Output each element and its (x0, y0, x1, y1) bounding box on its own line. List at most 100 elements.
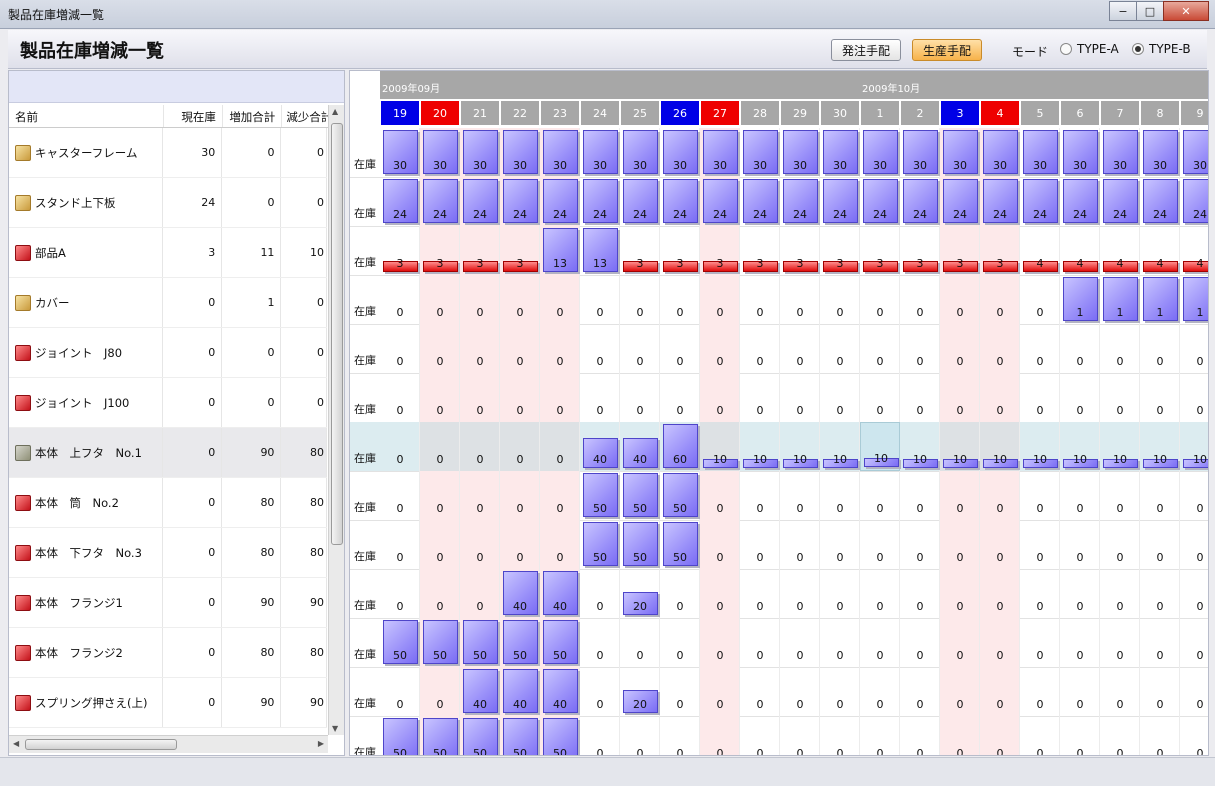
stock-cell[interactable]: 0 (1020, 520, 1060, 569)
stock-cell[interactable]: 0 (1060, 373, 1100, 422)
stock-cell[interactable]: 0 (1100, 569, 1140, 618)
stock-cell[interactable]: 0 (1100, 716, 1140, 755)
stock-cell[interactable]: 0 (940, 373, 980, 422)
stock-cell[interactable]: 0 (820, 373, 860, 422)
scroll-down-icon[interactable]: ▼ (332, 724, 338, 733)
stock-cell[interactable]: 10 (700, 422, 740, 471)
stock-cell[interactable]: 10 (940, 422, 980, 471)
stock-cell[interactable]: 0 (1140, 324, 1180, 373)
scroll-left-icon[interactable]: ◀ (13, 739, 19, 748)
stock-cell[interactable]: 0 (780, 520, 820, 569)
stock-cell[interactable]: 0 (580, 324, 620, 373)
stock-cell[interactable]: 60 (660, 422, 700, 471)
stock-cell[interactable]: 0 (380, 471, 420, 520)
stock-cell[interactable]: 40 (540, 569, 580, 618)
stock-cell[interactable]: 24 (940, 177, 980, 226)
stock-cell[interactable]: 10 (1180, 422, 1208, 471)
stock-cell[interactable]: 30 (900, 128, 940, 177)
stock-cell[interactable]: 0 (700, 324, 740, 373)
product-row[interactable]: 本体 下フタ No.3 0 80 80 (9, 528, 327, 578)
stock-cell[interactable]: 0 (620, 324, 660, 373)
stock-cell[interactable]: 0 (740, 275, 780, 324)
stock-cell[interactable]: 30 (860, 128, 900, 177)
stock-cell[interactable]: 0 (820, 471, 860, 520)
stock-cell[interactable]: 0 (780, 716, 820, 755)
stock-cell[interactable]: 0 (380, 667, 420, 716)
stock-cell[interactable]: 0 (1060, 520, 1100, 569)
stock-cell[interactable]: 40 (580, 422, 620, 471)
scroll-right-icon[interactable]: ▶ (318, 739, 324, 748)
stock-cell[interactable]: 0 (700, 569, 740, 618)
stock-cell[interactable]: 0 (660, 667, 700, 716)
stock-cell[interactable]: 0 (380, 520, 420, 569)
stock-cell[interactable]: 0 (780, 324, 820, 373)
stock-cell[interactable]: 30 (380, 128, 420, 177)
stock-cell[interactable]: 0 (1140, 471, 1180, 520)
stock-cell[interactable]: 0 (460, 422, 500, 471)
stock-cell[interactable]: 30 (660, 128, 700, 177)
stock-cell[interactable]: 0 (380, 373, 420, 422)
stock-cell[interactable]: 50 (460, 618, 500, 667)
stock-cell[interactable]: 0 (820, 275, 860, 324)
stock-cell[interactable]: 0 (980, 569, 1020, 618)
stock-cell[interactable]: 0 (1060, 618, 1100, 667)
stock-cell[interactable]: 30 (1140, 128, 1180, 177)
stock-cell[interactable]: 24 (1060, 177, 1100, 226)
stock-cell[interactable]: 4 (1020, 226, 1060, 275)
scroll-thumb[interactable] (331, 123, 343, 545)
stock-cell[interactable]: 30 (620, 128, 660, 177)
stock-cell[interactable]: 24 (780, 177, 820, 226)
stock-cell[interactable]: 0 (500, 373, 540, 422)
stock-cell[interactable]: 50 (660, 471, 700, 520)
stock-cell[interactable]: 0 (980, 520, 1020, 569)
stock-cell[interactable]: 20 (620, 667, 660, 716)
stock-cell[interactable]: 0 (580, 275, 620, 324)
stock-cell[interactable]: 0 (580, 569, 620, 618)
stock-cell[interactable]: 30 (740, 128, 780, 177)
stock-cell[interactable]: 24 (620, 177, 660, 226)
stock-cell[interactable]: 0 (1100, 471, 1140, 520)
stock-cell[interactable]: 30 (420, 128, 460, 177)
stock-cell[interactable]: 3 (660, 226, 700, 275)
stock-cell[interactable]: 3 (380, 226, 420, 275)
stock-cell[interactable]: 0 (380, 275, 420, 324)
stock-cell[interactable]: 0 (660, 373, 700, 422)
stock-cell[interactable]: 0 (1060, 324, 1100, 373)
stock-cell[interactable]: 0 (500, 324, 540, 373)
stock-cell[interactable]: 0 (620, 618, 660, 667)
stock-cell[interactable]: 4 (1180, 226, 1208, 275)
stock-cell[interactable]: 1 (1180, 275, 1208, 324)
stock-cell[interactable]: 50 (580, 520, 620, 569)
stock-cell[interactable]: 0 (940, 520, 980, 569)
stock-cell[interactable]: 30 (1020, 128, 1060, 177)
column-header-name[interactable]: 名前 (9, 105, 164, 127)
stock-cell[interactable]: 0 (1020, 618, 1060, 667)
stock-cell[interactable]: 0 (740, 373, 780, 422)
stock-cell[interactable]: 0 (860, 667, 900, 716)
stock-cell[interactable]: 30 (500, 128, 540, 177)
stock-cell[interactable]: 0 (540, 471, 580, 520)
stock-cell[interactable]: 0 (1140, 618, 1180, 667)
column-header-decrease[interactable]: 減少合計 (282, 105, 329, 127)
stock-cell[interactable]: 0 (540, 373, 580, 422)
stock-cell[interactable]: 0 (1140, 667, 1180, 716)
stock-cell[interactable]: 30 (1060, 128, 1100, 177)
stock-cell[interactable]: 0 (740, 569, 780, 618)
stock-cell[interactable]: 4 (1140, 226, 1180, 275)
stock-cell[interactable]: 10 (1140, 422, 1180, 471)
stock-cell[interactable]: 30 (980, 128, 1020, 177)
stock-cell[interactable]: 0 (700, 618, 740, 667)
stock-cell[interactable]: 10 (1060, 422, 1100, 471)
stock-cell[interactable]: 0 (980, 667, 1020, 716)
stock-cell[interactable]: 24 (540, 177, 580, 226)
stock-cell[interactable]: 24 (900, 177, 940, 226)
stock-cell[interactable]: 0 (900, 569, 940, 618)
stock-cell[interactable]: 24 (420, 177, 460, 226)
stock-cell[interactable]: 0 (660, 275, 700, 324)
stock-cell[interactable]: 0 (900, 716, 940, 755)
maximize-button[interactable]: □ (1136, 1, 1164, 21)
product-row[interactable]: スタンド上下板 24 0 0 (9, 178, 327, 228)
stock-cell[interactable]: 0 (1140, 716, 1180, 755)
stock-cell[interactable]: 0 (580, 373, 620, 422)
stock-cell[interactable]: 24 (580, 177, 620, 226)
